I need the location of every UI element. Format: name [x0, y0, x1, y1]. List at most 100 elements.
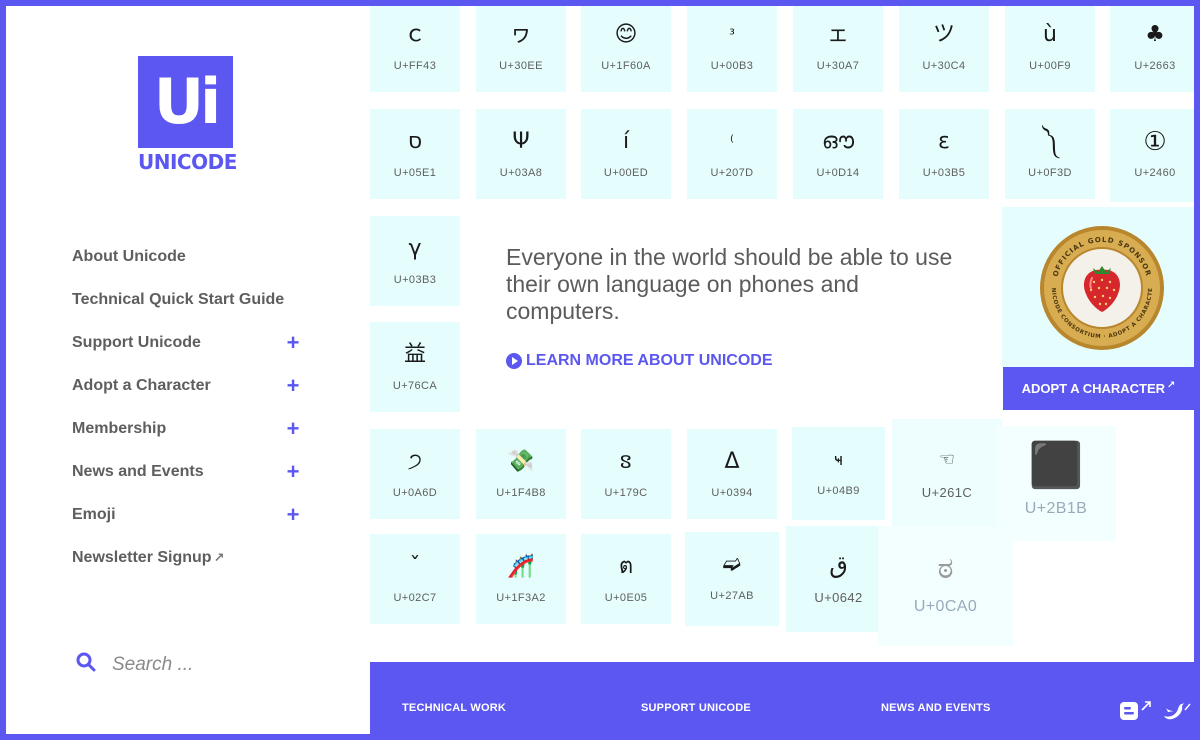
char-tile[interactable]: Δ U+0394	[687, 429, 777, 519]
logo-wordmark: UNICODE	[138, 150, 237, 174]
search-bar	[76, 652, 312, 677]
char-glyph: Δ	[724, 449, 740, 474]
nav-item-emoji[interactable]: Emoji +	[72, 493, 302, 536]
nav-item-label: About Unicode	[72, 247, 186, 265]
external-link-icon: ↗	[213, 549, 225, 565]
char-tile[interactable]: ³ U+00B3	[687, 6, 777, 92]
char-tile[interactable]: ⬛ U+2B1B	[996, 426, 1116, 541]
char-code: U+0394	[711, 487, 753, 499]
char-code: U+03B3	[393, 274, 437, 286]
char-code: U+2460	[1134, 167, 1176, 179]
search-input[interactable]	[112, 653, 312, 676]
unicode-logo[interactable]: Ui UNICODE	[138, 56, 237, 174]
char-tile[interactable]: 🎢 U+1F3A2	[476, 534, 566, 624]
gold-sponsor-panel[interactable]: OFFICIAL GOLD SPONSOR UNICODE CONSORTIUM…	[1002, 207, 1194, 367]
char-glyph: Ψ	[512, 129, 530, 154]
char-tile[interactable]: ➫ U+27AB	[685, 532, 779, 626]
char-tile[interactable]: Ψ U+03A8	[476, 109, 566, 199]
char-tile[interactable]: ಠ U+0CA0	[878, 526, 1013, 646]
char-code: U+207D	[710, 167, 754, 179]
expand-plus-icon[interactable]: +	[284, 459, 302, 485]
char-tile[interactable]: ഔ U+0D14	[793, 109, 883, 199]
char-tile[interactable]: 益 U+76CA	[370, 322, 460, 412]
char-glyph: 😊	[614, 22, 638, 47]
learn-more-label: LEARN MORE ABOUT UNICODE	[526, 352, 773, 369]
nav-item-quick-start[interactable]: Technical Quick Start Guide	[72, 278, 302, 321]
char-tile[interactable]: ҹ U+04B9	[792, 427, 885, 520]
char-code: U+04B9	[817, 485, 860, 497]
char-code: U+0D14	[816, 167, 860, 179]
char-code: U+02C7	[393, 592, 437, 604]
adopt-a-character-button[interactable]: ADOPT A CHARACTER ↗	[1003, 367, 1194, 410]
nav-item-news[interactable]: News and Events +	[72, 450, 302, 493]
char-code: U+1F4B8	[496, 487, 546, 499]
expand-plus-icon[interactable]: +	[284, 373, 302, 399]
char-glyph: ༽	[1042, 129, 1058, 154]
char-tile[interactable]: ① U+2460	[1110, 109, 1194, 202]
page-frame: Ui UNICODE About Unicode Technical Quick…	[6, 6, 1194, 734]
char-tile[interactable]: 😊 U+1F60A	[581, 6, 671, 92]
hero: Everyone in the world should be able to …	[506, 244, 966, 370]
char-glyph: 💸	[507, 449, 535, 474]
char-tile[interactable]: ต U+0E05	[581, 534, 671, 624]
blogger-icon[interactable]	[1120, 700, 1154, 727]
twitter-icon[interactable]	[1162, 700, 1192, 727]
char-tile[interactable]: ☜ U+261C	[892, 419, 1002, 529]
char-code: U+00B3	[710, 60, 754, 72]
char-code: U+0CA0	[913, 598, 978, 615]
char-tile[interactable]: 💸 U+1F4B8	[476, 429, 566, 519]
char-glyph: ➫	[722, 552, 742, 577]
learn-more-link[interactable]: LEARN MORE ABOUT UNICODE	[506, 352, 966, 370]
char-glyph: ù	[1043, 22, 1057, 47]
char-code: U+0F3D	[1028, 167, 1072, 179]
expand-plus-icon[interactable]: +	[284, 330, 302, 356]
char-code: U+2B1B	[1024, 500, 1088, 517]
expand-plus-icon[interactable]: +	[284, 502, 302, 528]
footer: TECHNICAL WORK SUPPORT UNICODE NEWS AND …	[370, 662, 1194, 734]
char-code: U+27AB	[710, 590, 754, 602]
adopt-button-label: ADOPT A CHARACTER	[1021, 381, 1166, 396]
footer-link-news-events[interactable]: NEWS AND EVENTS	[881, 702, 991, 714]
expand-plus-icon[interactable]: +	[284, 416, 302, 442]
char-tile[interactable]: ｃ U+FF43	[370, 6, 460, 92]
char-tile[interactable]: ⁽ U+207D	[687, 109, 777, 199]
char-tile[interactable]: ♣ U+2663	[1110, 6, 1194, 92]
char-tile[interactable]: ェ U+30A7	[793, 6, 883, 92]
footer-link-support-unicode[interactable]: SUPPORT UNICODE	[641, 702, 751, 714]
nav-item-about[interactable]: About Unicode	[72, 235, 302, 278]
nav-item-adopt[interactable]: Adopt a Character +	[72, 364, 302, 407]
char-tile[interactable]: ツ U+30C4	[899, 6, 989, 92]
nav-item-label: Technical Quick Start Guide	[72, 290, 285, 308]
search-icon[interactable]	[76, 652, 96, 677]
char-tile[interactable]: ˇ U+02C7	[370, 534, 460, 624]
nav-item-support[interactable]: Support Unicode +	[72, 321, 302, 364]
char-code: U+261C	[921, 485, 973, 500]
char-code: U+03A8	[499, 167, 543, 179]
char-tile[interactable]: ù U+00F9	[1005, 6, 1095, 92]
char-tile[interactable]: ס U+05E1	[370, 109, 460, 199]
char-tile[interactable]: ヮ U+30EE	[476, 6, 566, 92]
char-tile[interactable]: ༽ U+0F3D	[1005, 109, 1095, 199]
sidebar: Ui UNICODE About Unicode Technical Quick…	[6, 6, 370, 734]
footer-link-technical-work[interactable]: TECHNICAL WORK	[402, 702, 506, 714]
nav-item-label: Newsletter Signup	[72, 548, 212, 566]
char-tile[interactable]: ੭ U+0A6D	[370, 429, 460, 519]
char-tile[interactable]: ق U+0642	[786, 526, 891, 632]
char-tile[interactable]: ε U+03B5	[899, 109, 989, 199]
char-code: U+FF43	[393, 60, 437, 72]
nav-item-newsletter[interactable]: Newsletter Signup ↗	[72, 536, 302, 579]
char-code: U+76CA	[392, 380, 438, 392]
char-code: U+1F60A	[601, 60, 651, 72]
char-glyph: ៜ	[618, 449, 634, 474]
char-tile[interactable]: γ U+03B3	[370, 216, 460, 306]
char-glyph: ヮ	[509, 22, 532, 47]
char-code: U+2663	[1134, 60, 1176, 72]
nav-item-label: Emoji	[72, 505, 116, 523]
nav-item-membership[interactable]: Membership +	[72, 407, 302, 450]
char-glyph: ق	[829, 551, 848, 579]
char-glyph: ェ	[826, 22, 849, 47]
char-tile[interactable]: ៜ U+179C	[581, 429, 671, 519]
char-tile[interactable]: í U+00ED	[581, 109, 671, 199]
char-glyph: ಠ	[937, 551, 954, 586]
char-glyph: 🎢	[507, 554, 535, 579]
